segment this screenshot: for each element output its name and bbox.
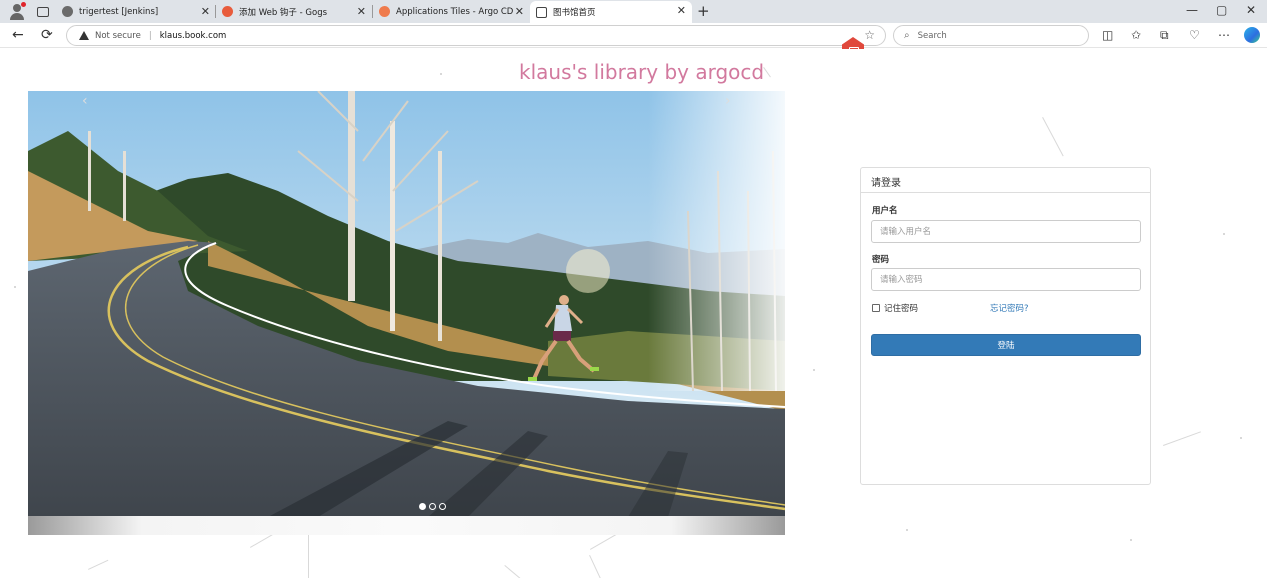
more-menu-icon[interactable]: ⋯ [1218, 28, 1230, 42]
new-tab-button[interactable]: + [697, 2, 710, 20]
url-text[interactable]: klaus.book.com [160, 31, 227, 41]
background-dot [813, 369, 815, 371]
tab-jenkins[interactable]: trigertest [Jenkins] ✕ [56, 2, 216, 21]
tab-library-active[interactable]: 图书馆首页 ✕ [530, 1, 692, 23]
close-tab-icon[interactable]: ✕ [677, 4, 686, 17]
background-line [504, 565, 521, 578]
background-dot [906, 529, 908, 531]
login-button[interactable]: 登陆 [871, 334, 1141, 356]
carousel-indicator-2[interactable] [429, 503, 436, 510]
carousel-indicators [419, 503, 446, 510]
minimize-button[interactable]: — [1186, 3, 1198, 17]
favorite-star-icon[interactable]: ☆ [864, 28, 875, 42]
background-line [589, 555, 602, 578]
mountain-road-runner-photo [28, 91, 785, 517]
browser-toolbar: ← ⟳ Not secure | klaus.book.com ☆ ⌕ Sear… [0, 23, 1267, 48]
address-divider: | [148, 30, 152, 41]
remember-me[interactable]: 记住密码 [872, 302, 918, 314]
background-line [1163, 431, 1201, 446]
browser-tab-strip: trigertest [Jenkins] ✕ 添加 Web 钩子 - Gogs … [0, 0, 1267, 23]
tab-title: 添加 Web 钩子 - Gogs [239, 7, 328, 18]
carousel-prev-button[interactable]: ‹ [82, 93, 88, 109]
refresh-icon[interactable]: ⟳ [41, 27, 53, 43]
tab-argocd[interactable]: Applications Tiles - Argo CD ✕ [373, 2, 530, 21]
page-favicon-icon [536, 6, 547, 18]
gogs-favicon-icon [222, 6, 233, 17]
back-arrow-icon[interactable]: ← [12, 27, 24, 43]
tab-title: trigertest [Jenkins] [79, 6, 159, 17]
profile-avatar-icon[interactable] [7, 1, 27, 22]
carousel-next-button[interactable]: › [725, 93, 731, 109]
browser-essentials-icon[interactable]: ♡ [1189, 28, 1200, 42]
page-title: klaus's library by argocd [519, 60, 765, 84]
tab-title: 图书馆首页 [553, 8, 596, 18]
page-body: klaus's library by argocd ‹ › 请登录 用户名 请输… [0, 49, 1267, 578]
background-dot [1130, 539, 1132, 541]
password-input[interactable] [871, 268, 1141, 291]
background-dot [1223, 233, 1225, 235]
favorites-icon[interactable]: ✩ [1131, 28, 1141, 42]
forgot-password-link[interactable]: 忘记密码? [990, 302, 1029, 314]
collections-icon[interactable]: ⧉ [1160, 28, 1169, 42]
close-tab-icon[interactable]: ✕ [357, 5, 366, 18]
jenkins-favicon-icon [62, 6, 73, 17]
carousel-bottom-strip [28, 516, 785, 535]
background-line [763, 67, 771, 78]
security-status-label[interactable]: Not secure [95, 31, 141, 41]
background-dot [1240, 437, 1242, 439]
tab-actions-icon[interactable] [37, 6, 49, 17]
background-line [88, 559, 109, 570]
tab-title: Applications Tiles - Argo CD [396, 6, 514, 17]
login-panel: 请登录 用户名 密码 记住密码 忘记密码? 登陆 [860, 167, 1151, 485]
split-screen-icon[interactable]: ◫ [1102, 28, 1113, 42]
restore-button[interactable]: ▢ [1216, 3, 1227, 17]
background-line [1042, 117, 1064, 157]
search-icon: ⌕ [904, 30, 910, 41]
warning-triangle-icon [79, 31, 89, 40]
copilot-icon[interactable] [1244, 27, 1260, 43]
carousel-indicator-3[interactable] [439, 503, 446, 510]
address-bar[interactable]: Not secure | klaus.book.com ☆ [66, 25, 886, 46]
carousel-indicator-1[interactable] [419, 503, 426, 510]
background-dot [14, 286, 16, 288]
username-input[interactable] [871, 220, 1141, 243]
password-label: 密码 [872, 255, 890, 265]
image-carousel[interactable]: ‹ › [28, 91, 785, 535]
close-tab-icon[interactable]: ✕ [201, 5, 210, 18]
argocd-favicon-icon [379, 6, 390, 17]
username-label: 用户名 [872, 206, 898, 216]
close-tab-icon[interactable]: ✕ [515, 5, 524, 18]
search-placeholder: Search [917, 30, 947, 41]
remember-label: 记住密码 [884, 304, 919, 314]
remember-checkbox[interactable] [872, 304, 880, 312]
login-heading: 请登录 [861, 168, 1150, 193]
search-box[interactable]: ⌕ Search [893, 25, 1089, 46]
close-window-button[interactable]: ✕ [1246, 3, 1256, 17]
tab-gogs[interactable]: 添加 Web 钩子 - Gogs ✕ [216, 2, 372, 21]
background-dot [440, 73, 442, 75]
